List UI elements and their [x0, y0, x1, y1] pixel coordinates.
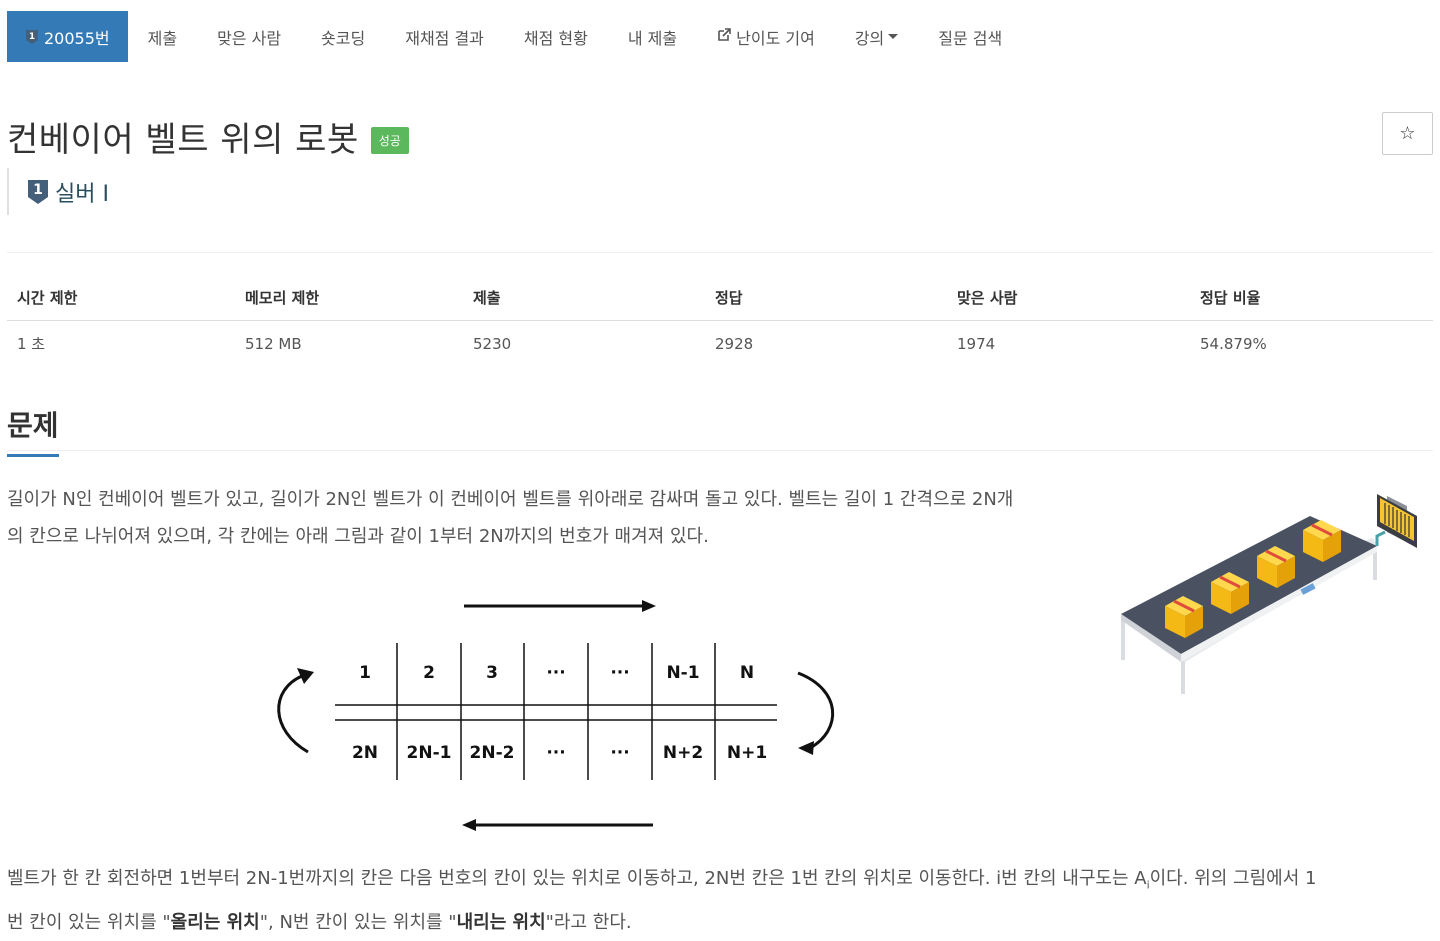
time-limit-value: 1 초 [17, 335, 46, 353]
cell-top-3: 3 [486, 663, 498, 683]
svg-text:1: 1 [29, 32, 35, 42]
problem-info-table: 시간 제한 메모리 제한 제출 정답 맞은 사람 정답 비율 1 초 512 M… [7, 277, 1433, 366]
table-header-row: 시간 제한 메모리 제한 제출 정답 맞은 사람 정답 비율 [7, 277, 1433, 321]
header-accept-ratio: 정답 비율 [1190, 277, 1433, 321]
tab-label: 숏코딩 [321, 28, 366, 48]
bold-term-unload-position: 내리는 위치 [456, 911, 546, 933]
text-span: "라고 한다. [545, 911, 632, 933]
tab-difficulty-contribution[interactable]: 난이도 기여 [697, 11, 835, 62]
header-accepted-users: 맞은 사람 [947, 277, 1190, 321]
cell-bottom-6: N+2 [663, 743, 703, 763]
svg-text:1: 1 [33, 182, 43, 198]
tab-short-coding[interactable]: 숏코딩 [301, 11, 385, 62]
text-span: ", N번 칸이 있는 위치를 " [259, 911, 457, 933]
tab-label: 강의 [854, 28, 885, 48]
problem-description-para2: 벨트가 한 칸 회전하면 1번부터 2N-1번까지의 칸은 다음 번호의 칸이 … [7, 860, 1437, 941]
tab-problem-number[interactable]: 1 20055번 [7, 11, 128, 62]
text-span: 벨트가 한 칸 회전하면 1번부터 2N-1번까지의 칸은 다음 번호의 칸이 … [7, 868, 1147, 889]
cell-top-7: N [740, 663, 754, 683]
text-line: 의 칸으로 나뉘어져 있으며, 각 칸에는 아래 그림과 같이 1부터 2N까지… [7, 526, 709, 547]
tier-label: 실버 I [55, 181, 109, 207]
tab-label: 질문 검색 [938, 28, 1003, 48]
text-span: 번 칸이 있는 위치를 " [7, 911, 171, 933]
accept-ratio-value: 54.879% [1200, 334, 1267, 353]
header-time-limit: 시간 제한 [7, 277, 235, 321]
tier-label-block: 1 실버 I [7, 168, 109, 215]
tab-label: 채점 현황 [523, 28, 588, 48]
cell-top-1: 1 [359, 663, 371, 683]
curved-arrow-down-icon [797, 671, 834, 755]
tab-label: 20055번 [44, 28, 110, 48]
cell-top-4: ··· [546, 663, 565, 683]
favorite-star-button[interactable]: ☆ [1382, 112, 1433, 155]
cell-bottom-5: ··· [610, 743, 629, 763]
divider [7, 252, 1433, 253]
problem-description-para1: 길이가 N인 컨베이어 벨트가 있고, 길이가 2N인 벨트가 이 컨베이어 벨… [7, 481, 1107, 555]
cell-bottom-4: ··· [546, 743, 565, 763]
cell-bottom-1: 2N [352, 743, 378, 763]
text-line: 벨트가 한 칸 회전하면 1번부터 2N-1번까지의 칸은 다음 번호의 칸이 … [7, 860, 1437, 904]
problem-title-row: 컨베이어 벨트 위의 로봇 성공 [7, 112, 409, 161]
problem-nav: 1 20055번 제출 맞은 사람 숏코딩 재채점 결과 채점 현황 내 제출 … [7, 11, 1440, 62]
submissions-value: 5230 [473, 334, 512, 353]
tab-accepted-users[interactable]: 맞은 사람 [197, 11, 301, 62]
cell-bottom-3: 2N-2 [470, 743, 515, 763]
header-submissions: 제출 [463, 277, 705, 321]
table-row: 1 초 512 MB 5230 2928 1974 54.879% [7, 321, 1433, 367]
arrow-left-icon [462, 819, 653, 831]
cell-bottom-2: 2N-1 [407, 743, 452, 763]
tab-label: 제출 [147, 28, 178, 48]
tab-label: 재채점 결과 [405, 28, 484, 48]
text-line: 길이가 N인 컨베이어 벨트가 있고, 길이가 2N인 벨트가 이 컨베이어 벨… [7, 489, 1014, 510]
conveyor-belt-diagram: 1 2 3 ··· ··· N-1 N 2N 2N-1 2N-2 ··· ···… [277, 600, 834, 831]
cell-top-5: ··· [610, 663, 629, 683]
header-memory-limit: 메모리 제한 [235, 277, 463, 321]
conveyor-robot-illustration [1121, 494, 1417, 694]
tab-question-search[interactable]: 질문 검색 [918, 11, 1022, 62]
tab-submit[interactable]: 제출 [128, 11, 197, 62]
accepted-value: 2928 [715, 334, 754, 353]
tab-label: 내 제출 [627, 28, 678, 48]
bold-term-load-position: 올리는 위치 [170, 911, 260, 933]
tab-judge-status[interactable]: 채점 현황 [504, 11, 608, 62]
accepted-users-value: 1974 [957, 334, 996, 353]
tab-rejudge-results[interactable]: 재채점 결과 [385, 11, 504, 62]
cell-bottom-7: N+1 [727, 743, 767, 763]
tab-label: 맞은 사람 [217, 28, 282, 48]
section-divider [7, 450, 1433, 451]
caret-down-icon [888, 34, 899, 39]
star-outline-icon: ☆ [1399, 123, 1416, 144]
tab-lectures-dropdown[interactable]: 강의 [835, 11, 918, 62]
external-link-icon [717, 27, 731, 46]
text-span: 이다. 위의 그림에서 1 [1149, 868, 1317, 889]
arrow-right-icon [464, 600, 656, 612]
problem-title: 컨베이어 벨트 위의 로봇 [7, 120, 359, 160]
memory-limit-value: 512 MB [245, 334, 302, 353]
tab-my-submissions[interactable]: 내 제출 [608, 11, 697, 62]
tier-icon: 1 [27, 179, 49, 205]
cell-top-6: N-1 [666, 663, 699, 683]
status-badge: 성공 [370, 127, 409, 154]
tier-icon: 1 [25, 29, 39, 45]
tab-label: 난이도 기여 [736, 28, 815, 48]
cell-top-2: 2 [423, 663, 435, 683]
text-line: 번 칸이 있는 위치를 "올리는 위치", N번 칸이 있는 위치를 "내리는 … [7, 904, 1437, 941]
curved-arrow-up-icon [277, 668, 314, 754]
header-accepted: 정답 [705, 277, 947, 321]
